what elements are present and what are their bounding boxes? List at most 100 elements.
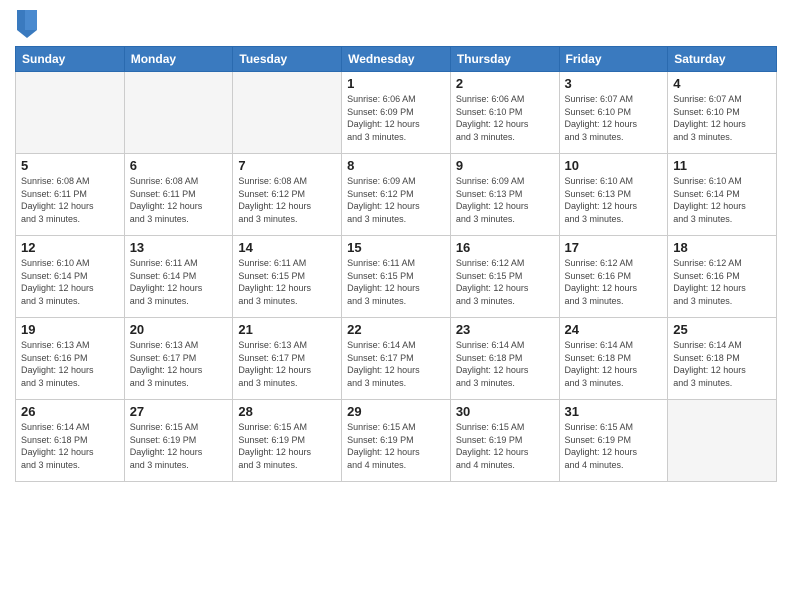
day-info: Sunrise: 6:10 AM Sunset: 6:14 PM Dayligh…: [673, 175, 771, 225]
calendar-week-row: 5 Sunrise: 6:08 AM Sunset: 6:11 PM Daylig…: [16, 154, 777, 236]
day-number: 23: [456, 322, 554, 337]
day-number: 12: [21, 240, 119, 255]
day-info: Sunrise: 6:14 AM Sunset: 6:18 PM Dayligh…: [456, 339, 554, 389]
day-number: 2: [456, 76, 554, 91]
day-number: 8: [347, 158, 445, 173]
calendar-cell: 6 Sunrise: 6:08 AM Sunset: 6:11 PM Daylig…: [124, 154, 233, 236]
day-number: 21: [238, 322, 336, 337]
calendar-cell: 9 Sunrise: 6:09 AM Sunset: 6:13 PM Daylig…: [450, 154, 559, 236]
day-info: Sunrise: 6:08 AM Sunset: 6:11 PM Dayligh…: [21, 175, 119, 225]
day-info: Sunrise: 6:09 AM Sunset: 6:13 PM Dayligh…: [456, 175, 554, 225]
calendar-cell: 29Sunrise: 6:15 AM Sunset: 6:19 PM Dayli…: [342, 400, 451, 482]
logo: [15, 10, 37, 38]
calendar-cell: 26Sunrise: 6:14 AM Sunset: 6:18 PM Dayli…: [16, 400, 125, 482]
day-info: Sunrise: 6:08 AM Sunset: 6:12 PM Dayligh…: [238, 175, 336, 225]
weekday-header: Tuesday: [233, 47, 342, 72]
weekday-header: Sunday: [16, 47, 125, 72]
calendar-cell: 24 Sunrise: 6:14 AM Sunset: 6:18 PM Dayli…: [559, 318, 668, 400]
day-info: Sunrise: 6:14 AM Sunset: 6:17 PM Dayligh…: [347, 339, 445, 389]
day-number: 13: [130, 240, 228, 255]
day-info: Sunrise: 6:06 AM Sunset: 6:09 PM Dayligh…: [347, 93, 445, 143]
day-number: 25: [673, 322, 771, 337]
day-number: 10: [565, 158, 663, 173]
day-info: Sunrise: 6:11 AM Sunset: 6:15 PM Dayligh…: [347, 257, 445, 307]
day-info: Sunrise: 6:15 AM Sunset: 6:19 PM Dayligh…: [238, 421, 336, 471]
day-info: Sunrise: 6:12 AM Sunset: 6:16 PM Dayligh…: [673, 257, 771, 307]
day-info: Sunrise: 6:12 AM Sunset: 6:15 PM Dayligh…: [456, 257, 554, 307]
day-number: 14: [238, 240, 336, 255]
calendar-cell: 2Sunrise: 6:06 AM Sunset: 6:10 PM Daylig…: [450, 72, 559, 154]
day-number: 3: [565, 76, 663, 91]
day-info: Sunrise: 6:14 AM Sunset: 6:18 PM Dayligh…: [565, 339, 663, 389]
day-number: 15: [347, 240, 445, 255]
calendar-cell: 14 Sunrise: 6:11 AM Sunset: 6:15 PM Dayli…: [233, 236, 342, 318]
calendar-cell: 16Sunrise: 6:12 AM Sunset: 6:15 PM Dayli…: [450, 236, 559, 318]
calendar-week-row: 1 Sunrise: 6:06 AM Sunset: 6:09 PM Daylig…: [16, 72, 777, 154]
day-info: Sunrise: 6:14 AM Sunset: 6:18 PM Dayligh…: [673, 339, 771, 389]
day-info: Sunrise: 6:10 AM Sunset: 6:14 PM Dayligh…: [21, 257, 119, 307]
day-number: 17: [565, 240, 663, 255]
weekday-header: Friday: [559, 47, 668, 72]
weekday-header: Saturday: [668, 47, 777, 72]
calendar-cell: 18 Sunrise: 6:12 AM Sunset: 6:16 PM Dayli…: [668, 236, 777, 318]
day-info: Sunrise: 6:07 AM Sunset: 6:10 PM Dayligh…: [673, 93, 771, 143]
calendar-cell: 15 Sunrise: 6:11 AM Sunset: 6:15 PM Dayli…: [342, 236, 451, 318]
calendar-cell: 22Sunrise: 6:14 AM Sunset: 6:17 PM Dayli…: [342, 318, 451, 400]
calendar-cell: 23 Sunrise: 6:14 AM Sunset: 6:18 PM Dayli…: [450, 318, 559, 400]
day-number: 28: [238, 404, 336, 419]
day-info: Sunrise: 6:15 AM Sunset: 6:19 PM Dayligh…: [347, 421, 445, 471]
day-info: Sunrise: 6:14 AM Sunset: 6:18 PM Dayligh…: [21, 421, 119, 471]
day-number: 27: [130, 404, 228, 419]
day-info: Sunrise: 6:10 AM Sunset: 6:13 PM Dayligh…: [565, 175, 663, 225]
day-info: Sunrise: 6:08 AM Sunset: 6:11 PM Dayligh…: [130, 175, 228, 225]
calendar-cell: 8Sunrise: 6:09 AM Sunset: 6:12 PM Daylig…: [342, 154, 451, 236]
calendar-table: SundayMondayTuesdayWednesdayThursdayFrid…: [15, 46, 777, 482]
day-number: 6: [130, 158, 228, 173]
calendar-page: SundayMondayTuesdayWednesdayThursdayFrid…: [0, 0, 792, 612]
day-number: 31: [565, 404, 663, 419]
calendar-cell: 31 Sunrise: 6:15 AM Sunset: 6:19 PM Dayli…: [559, 400, 668, 482]
day-number: 1: [347, 76, 445, 91]
day-number: 19: [21, 322, 119, 337]
calendar-cell: 1 Sunrise: 6:06 AM Sunset: 6:09 PM Daylig…: [342, 72, 451, 154]
day-number: 11: [673, 158, 771, 173]
calendar-cell: 13 Sunrise: 6:11 AM Sunset: 6:14 PM Dayli…: [124, 236, 233, 318]
header: [15, 10, 777, 38]
calendar-cell: 19 Sunrise: 6:13 AM Sunset: 6:16 PM Dayli…: [16, 318, 125, 400]
day-number: 24: [565, 322, 663, 337]
calendar-cell: 7 Sunrise: 6:08 AM Sunset: 6:12 PM Daylig…: [233, 154, 342, 236]
calendar-week-row: 19 Sunrise: 6:13 AM Sunset: 6:16 PM Dayli…: [16, 318, 777, 400]
calendar-cell: 28 Sunrise: 6:15 AM Sunset: 6:19 PM Dayli…: [233, 400, 342, 482]
day-info: Sunrise: 6:15 AM Sunset: 6:19 PM Dayligh…: [565, 421, 663, 471]
day-info: Sunrise: 6:13 AM Sunset: 6:16 PM Dayligh…: [21, 339, 119, 389]
calendar-cell: 30 Sunrise: 6:15 AM Sunset: 6:19 PM Dayli…: [450, 400, 559, 482]
day-info: Sunrise: 6:11 AM Sunset: 6:15 PM Dayligh…: [238, 257, 336, 307]
calendar-cell: [233, 72, 342, 154]
calendar-cell: 20 Sunrise: 6:13 AM Sunset: 6:17 PM Dayli…: [124, 318, 233, 400]
calendar-header-row: SundayMondayTuesdayWednesdayThursdayFrid…: [16, 47, 777, 72]
calendar-cell: [668, 400, 777, 482]
calendar-week-row: 26Sunrise: 6:14 AM Sunset: 6:18 PM Dayli…: [16, 400, 777, 482]
day-info: Sunrise: 6:15 AM Sunset: 6:19 PM Dayligh…: [130, 421, 228, 471]
day-info: Sunrise: 6:11 AM Sunset: 6:14 PM Dayligh…: [130, 257, 228, 307]
calendar-week-row: 12 Sunrise: 6:10 AM Sunset: 6:14 PM Dayli…: [16, 236, 777, 318]
calendar-cell: [16, 72, 125, 154]
day-number: 5: [21, 158, 119, 173]
day-number: 20: [130, 322, 228, 337]
day-info: Sunrise: 6:07 AM Sunset: 6:10 PM Dayligh…: [565, 93, 663, 143]
day-number: 30: [456, 404, 554, 419]
calendar-cell: 17Sunrise: 6:12 AM Sunset: 6:16 PM Dayli…: [559, 236, 668, 318]
day-info: Sunrise: 6:15 AM Sunset: 6:19 PM Dayligh…: [456, 421, 554, 471]
weekday-header: Monday: [124, 47, 233, 72]
day-number: 9: [456, 158, 554, 173]
weekday-header: Thursday: [450, 47, 559, 72]
day-number: 7: [238, 158, 336, 173]
calendar-cell: 10 Sunrise: 6:10 AM Sunset: 6:13 PM Dayli…: [559, 154, 668, 236]
calendar-cell: 3 Sunrise: 6:07 AM Sunset: 6:10 PM Daylig…: [559, 72, 668, 154]
calendar-cell: 4 Sunrise: 6:07 AM Sunset: 6:10 PM Daylig…: [668, 72, 777, 154]
day-number: 4: [673, 76, 771, 91]
day-info: Sunrise: 6:13 AM Sunset: 6:17 PM Dayligh…: [130, 339, 228, 389]
calendar-cell: 12 Sunrise: 6:10 AM Sunset: 6:14 PM Dayli…: [16, 236, 125, 318]
calendar-cell: 21Sunrise: 6:13 AM Sunset: 6:17 PM Dayli…: [233, 318, 342, 400]
day-number: 18: [673, 240, 771, 255]
